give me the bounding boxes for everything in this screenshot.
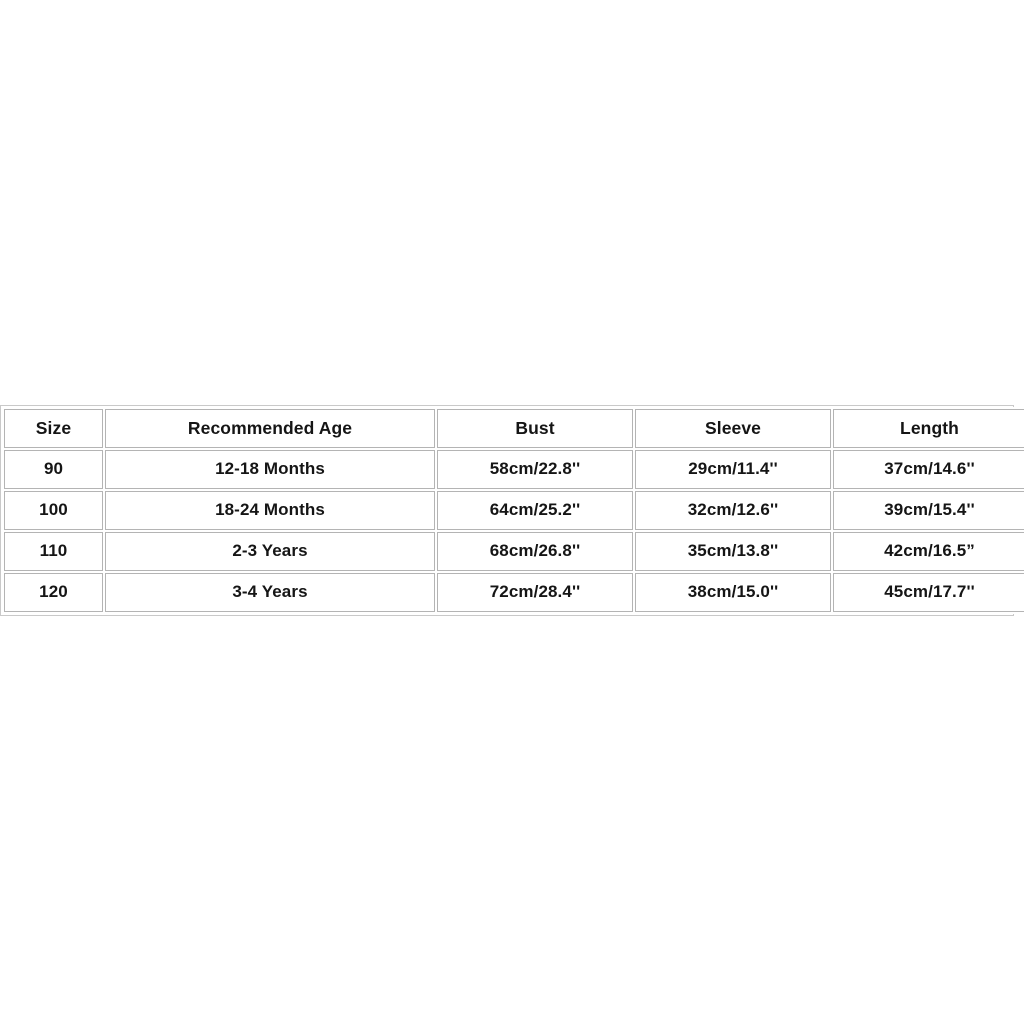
cell-sleeve: 29cm/11.4'' <box>635 450 831 489</box>
column-header-recommended-age: Recommended Age <box>105 409 435 448</box>
column-header-sleeve: Sleeve <box>635 409 831 448</box>
column-header-bust: Bust <box>437 409 633 448</box>
cell-bust: 72cm/28.4'' <box>437 573 633 612</box>
size-chart-body: 90 12-18 Months 58cm/22.8'' 29cm/11.4'' … <box>4 450 1024 612</box>
table-header-row: Size Recommended Age Bust Sleeve Length <box>4 409 1024 448</box>
cell-age: 18-24 Months <box>105 491 435 530</box>
cell-bust: 58cm/22.8'' <box>437 450 633 489</box>
column-header-size: Size <box>4 409 103 448</box>
cell-sleeve: 38cm/15.0'' <box>635 573 831 612</box>
table-row: 90 12-18 Months 58cm/22.8'' 29cm/11.4'' … <box>4 450 1024 489</box>
cell-length: 39cm/15.4'' <box>833 491 1024 530</box>
table-row: 100 18-24 Months 64cm/25.2'' 32cm/12.6''… <box>4 491 1024 530</box>
size-chart-container: Size Recommended Age Bust Sleeve Length … <box>0 405 1024 616</box>
page-canvas: Size Recommended Age Bust Sleeve Length … <box>0 0 1024 1024</box>
cell-age: 3-4 Years <box>105 573 435 612</box>
cell-bust: 68cm/26.8'' <box>437 532 633 571</box>
cell-sleeve: 32cm/12.6'' <box>635 491 831 530</box>
cell-size: 90 <box>4 450 103 489</box>
cell-bust: 64cm/25.2'' <box>437 491 633 530</box>
cell-length: 45cm/17.7'' <box>833 573 1024 612</box>
cell-age: 12-18 Months <box>105 450 435 489</box>
cell-age: 2-3 Years <box>105 532 435 571</box>
cell-length: 37cm/14.6'' <box>833 450 1024 489</box>
cell-size: 120 <box>4 573 103 612</box>
size-chart-header: Size Recommended Age Bust Sleeve Length <box>4 409 1024 448</box>
cell-length: 42cm/16.5” <box>833 532 1024 571</box>
cell-size: 100 <box>4 491 103 530</box>
table-row: 120 3-4 Years 72cm/28.4'' 38cm/15.0'' 45… <box>4 573 1024 612</box>
cell-size: 110 <box>4 532 103 571</box>
size-chart-table: Size Recommended Age Bust Sleeve Length … <box>2 407 1024 614</box>
table-row: 110 2-3 Years 68cm/26.8'' 35cm/13.8'' 42… <box>4 532 1024 571</box>
column-header-length: Length <box>833 409 1024 448</box>
cell-sleeve: 35cm/13.8'' <box>635 532 831 571</box>
